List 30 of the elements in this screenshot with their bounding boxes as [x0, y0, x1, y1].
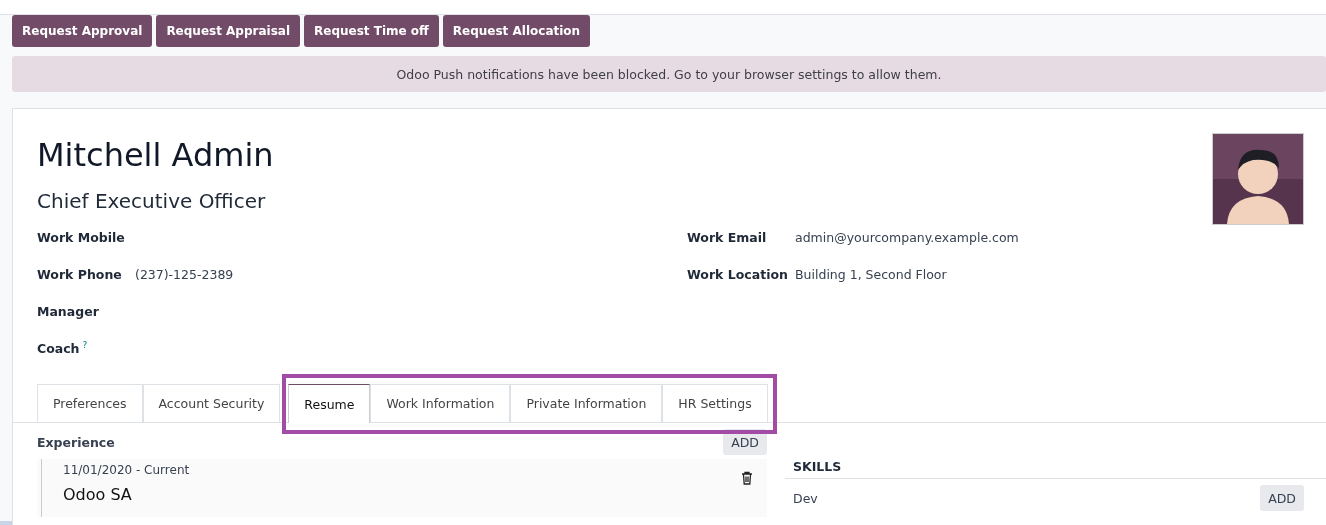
- employee-name: Mitchell Admin: [37, 135, 274, 176]
- entry-dates: 11/01/2020 - Current: [63, 463, 190, 477]
- field-label: Work Location: [687, 267, 788, 282]
- tab[interactable]: HR Settings: [662, 384, 768, 422]
- help-tooltip[interactable]: ?: [82, 340, 88, 351]
- action-button[interactable]: Request Time off: [304, 15, 439, 47]
- field-value: Building 1, Second Floor: [795, 267, 947, 282]
- action-button[interactable]: Request Allocation: [442, 15, 591, 47]
- tab[interactable]: Work Information: [370, 384, 511, 422]
- section-title: Experience: [37, 434, 115, 450]
- tab[interactable]: Resume: [288, 384, 371, 423]
- tab[interactable]: Account Security: [142, 384, 281, 422]
- add-button[interactable]: ADD: [1260, 485, 1304, 511]
- action-button[interactable]: Request Approval: [12, 15, 153, 47]
- skill-name: Dev: [793, 490, 818, 506]
- job-title: Chief Executive Officer: [37, 189, 267, 213]
- field-label: Work Email: [687, 230, 767, 245]
- tab[interactable]: Preferences: [37, 384, 143, 422]
- trash-icon[interactable]: [741, 471, 753, 485]
- action-button[interactable]: Request Appraisal: [156, 15, 301, 47]
- tab[interactable]: Private Information: [510, 384, 663, 422]
- section-title: SKILLS: [785, 459, 1326, 479]
- field-label: Manager: [37, 304, 99, 319]
- company-name: Odoo SA: [63, 485, 133, 504]
- field-value: (237)-125-2389: [135, 267, 234, 282]
- field-label: Coach: [37, 341, 80, 357]
- field-label: Work Mobile: [37, 230, 125, 245]
- field-label: Work Phone: [37, 267, 122, 282]
- field-value: admin@yourcompany.example.com: [795, 230, 1019, 245]
- notification-banner: Odoo Push notifications have been blocked. Go to your browser settings to allow them.: [12, 56, 1326, 92]
